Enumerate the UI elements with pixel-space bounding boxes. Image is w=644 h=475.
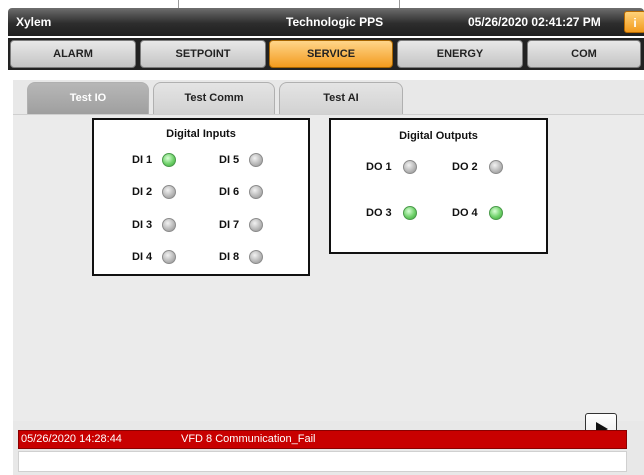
- di-8: DI 8: [219, 250, 263, 264]
- di-6: DI 6: [219, 185, 263, 199]
- tab-test-ai[interactable]: Test AI: [279, 82, 403, 114]
- di-2-label: DI 2: [132, 186, 153, 198]
- do-4: DO 4: [452, 206, 503, 220]
- nav-setpoint[interactable]: SETPOINT: [140, 40, 266, 68]
- alarm-list-row: [18, 451, 627, 472]
- digital-outputs-box: Digital Outputs DO 1 DO 2 DO 3 DO 4: [329, 118, 548, 254]
- info-button[interactable]: i: [624, 11, 644, 33]
- nav-alarm[interactable]: ALARM: [10, 40, 136, 68]
- do-3-label: DO 3: [366, 207, 392, 219]
- di-5-label: DI 5: [219, 154, 240, 166]
- nav-service[interactable]: SERVICE: [269, 40, 393, 68]
- di-1: DI 1: [132, 153, 176, 167]
- subtab-bar: Test IO Test Comm Test AI: [13, 80, 644, 114]
- do-4-label: DO 4: [452, 207, 478, 219]
- app-name: Xylem: [16, 15, 52, 29]
- led-indicator-icon: [162, 250, 176, 264]
- di-5: DI 5: [219, 153, 263, 167]
- di-1-label: DI 1: [132, 154, 153, 166]
- led-indicator-icon: [162, 218, 176, 232]
- nav-energy[interactable]: ENERGY: [397, 40, 523, 68]
- main-nav: ALARM SETPOINT SERVICE ENERGY COM: [8, 38, 644, 70]
- led-indicator-icon: [249, 185, 263, 199]
- tab-test-comm[interactable]: Test Comm: [153, 82, 275, 114]
- nav-com[interactable]: COM: [527, 40, 641, 68]
- led-indicator-icon: [162, 185, 176, 199]
- led-indicator-icon: [403, 206, 417, 220]
- led-indicator-icon: [403, 160, 417, 174]
- digital-inputs-box: Digital Inputs DI 1 DI 2 DI 3 DI 4 DI 5 …: [92, 118, 310, 276]
- alarm-timestamp: 05/26/2020 14:28:44: [21, 433, 122, 445]
- di-3-label: DI 3: [132, 219, 153, 231]
- di-4: DI 4: [132, 250, 176, 264]
- di-8-label: DI 8: [219, 251, 240, 263]
- info-icon: i: [633, 16, 637, 30]
- system-title: Technologic PPS: [286, 15, 384, 29]
- title-bar: Xylem Technologic PPS 05/26/2020 02:41:2…: [8, 8, 644, 36]
- test-io-panel: Digital Inputs DI 1 DI 2 DI 3 DI 4 DI 5 …: [13, 114, 644, 445]
- datetime-display: 05/26/2020 02:41:27 PM: [468, 15, 601, 29]
- di-7-label: DI 7: [219, 219, 240, 231]
- led-indicator-icon: [489, 160, 503, 174]
- service-content: Test IO Test Comm Test AI Digital Inputs…: [13, 80, 644, 475]
- tab-test-io[interactable]: Test IO: [27, 82, 149, 114]
- di-3: DI 3: [132, 218, 176, 232]
- led-indicator-icon: [249, 218, 263, 232]
- led-indicator-icon: [249, 153, 263, 167]
- digital-inputs-title: Digital Inputs: [166, 128, 236, 140]
- di-2: DI 2: [132, 185, 176, 199]
- led-indicator-icon: [489, 206, 503, 220]
- hmi-screen: Xylem Technologic PPS 05/26/2020 02:41:2…: [0, 0, 644, 475]
- di-4-label: DI 4: [132, 251, 153, 263]
- do-3: DO 3: [366, 206, 417, 220]
- active-alarm-bar[interactable]: 05/26/2020 14:28:44 VFD 8 Communication_…: [18, 430, 627, 449]
- do-2: DO 2: [452, 160, 503, 174]
- led-indicator-icon: [249, 250, 263, 264]
- digital-outputs-title: Digital Outputs: [399, 130, 478, 142]
- do-1-label: DO 1: [366, 161, 392, 173]
- do-1: DO 1: [366, 160, 417, 174]
- do-2-label: DO 2: [452, 161, 478, 173]
- di-6-label: DI 6: [219, 186, 240, 198]
- di-7: DI 7: [219, 218, 263, 232]
- led-indicator-icon: [162, 153, 176, 167]
- alarm-message: VFD 8 Communication_Fail: [181, 433, 316, 445]
